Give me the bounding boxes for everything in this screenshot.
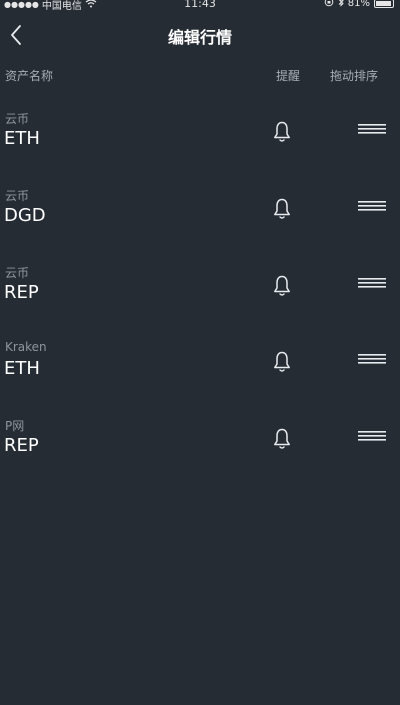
drag-handle-icon xyxy=(358,201,386,211)
list-item: 云币 DGD xyxy=(0,187,400,257)
nav-bar: 编辑行情 xyxy=(0,18,400,54)
asset-symbol: ETH xyxy=(4,128,40,149)
bluetooth-icon xyxy=(338,0,344,10)
drag-handle[interactable] xyxy=(358,198,386,212)
exchange-label: Kraken xyxy=(5,340,47,354)
list-item: P网 REP xyxy=(0,417,400,487)
list-item: 云币 ETH xyxy=(0,110,400,180)
exchange-label: 云币 xyxy=(5,266,30,280)
asset-symbol: REP xyxy=(4,435,39,456)
column-asset-name: 资产名称 xyxy=(5,69,54,83)
drag-handle-icon xyxy=(358,431,386,441)
status-bar: ●●●●● 中国电信 11:43 81% xyxy=(0,0,400,12)
exchange-label: 云币 xyxy=(5,112,30,126)
orientation-lock-icon xyxy=(324,0,334,10)
asset-symbol: REP xyxy=(4,282,39,303)
drag-handle[interactable] xyxy=(358,351,386,365)
alert-button[interactable] xyxy=(271,197,293,221)
bell-icon xyxy=(274,121,290,142)
column-drag-sort: 拖动排序 xyxy=(330,69,379,83)
exchange-label: 云币 xyxy=(5,189,30,203)
column-header: 资产名称 提醒 拖动排序 xyxy=(0,67,400,85)
drag-handle-icon xyxy=(358,278,386,288)
alert-button[interactable] xyxy=(271,274,293,298)
battery-percent: 81% xyxy=(347,0,370,9)
list-item: 云币 REP xyxy=(0,264,400,334)
alert-button[interactable] xyxy=(271,427,293,451)
bell-icon xyxy=(274,351,290,372)
battery-icon xyxy=(374,0,394,8)
drag-handle[interactable] xyxy=(358,428,386,442)
battery-level xyxy=(376,1,391,6)
alert-button[interactable] xyxy=(271,120,293,144)
alert-button[interactable] xyxy=(271,350,293,374)
bell-icon xyxy=(274,275,290,296)
drag-handle[interactable] xyxy=(358,121,386,135)
bell-icon xyxy=(274,428,290,449)
list-item: Kraken ETH xyxy=(0,340,400,410)
status-right: 81% xyxy=(324,0,394,10)
column-alert: 提醒 xyxy=(276,69,301,83)
drag-handle-icon xyxy=(358,124,386,134)
asset-symbol: DGD xyxy=(4,205,46,226)
exchange-label: P网 xyxy=(5,419,25,433)
bell-icon xyxy=(274,198,290,219)
page-title: 编辑行情 xyxy=(167,28,232,47)
drag-handle[interactable] xyxy=(358,275,386,289)
asset-symbol: ETH xyxy=(4,358,40,379)
drag-handle-icon xyxy=(358,354,386,364)
